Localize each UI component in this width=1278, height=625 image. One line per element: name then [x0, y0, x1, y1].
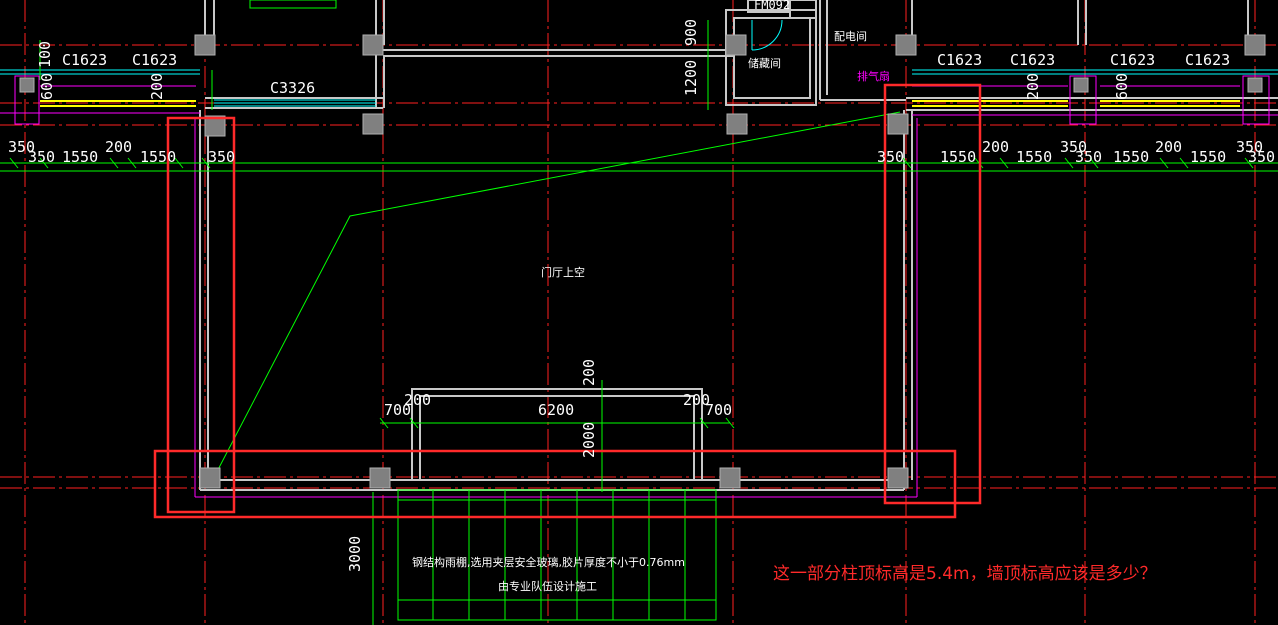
question-text: 这一部分柱顶标高是5.4m，墙顶标高应该是多少？ [773, 564, 1157, 584]
dimension-ticks [9, 157, 1254, 429]
dim-row-right: 200 [1155, 138, 1182, 156]
dim-row-right: 350 [1075, 148, 1102, 166]
storage-label: 储藏间 [748, 56, 781, 70]
dim-600: 600 [1113, 73, 1131, 100]
atrium-label: 门厅上空 [541, 265, 585, 279]
dim-row-right: 350 [1248, 148, 1275, 166]
dim-3000: 3000 [346, 536, 364, 572]
dim-row-left: 350 [208, 148, 235, 166]
dim-6200: 6200 [538, 401, 574, 419]
dim-600: 600 [38, 73, 56, 100]
window-label-wide: C3326 [270, 79, 315, 97]
dim-100: 100 [36, 41, 54, 68]
axis-grid [0, 0, 1278, 625]
dim-200: 200 [1024, 73, 1042, 100]
window-label: C1623 [937, 51, 982, 69]
window-label: C1623 [1110, 51, 1155, 69]
window-wide [214, 99, 376, 107]
highlight-boxes [153, 83, 982, 519]
dim-700-right: 700 [705, 401, 732, 419]
dim-200-top: 200 [580, 359, 598, 386]
cad-drawing: C1623 C1623 C1623 C1623 C1623 C1623 C332… [0, 0, 1278, 625]
door-code: FM092 [754, 0, 790, 12]
canopy-note-2: 由专业队伍设计施工 [498, 579, 597, 593]
canopy-note-1: 钢结构雨棚,选用夹层安全玻璃,胶片厚度不小于0.76mm [412, 555, 685, 569]
dim-row-right: 1550 [940, 148, 976, 166]
dim-row-right: 1550 [1113, 148, 1149, 166]
window-label: C1623 [62, 51, 107, 69]
dim-row-right: 1550 [1016, 148, 1052, 166]
dim-row-right: 1550 [1190, 148, 1226, 166]
dim-200-left: 200 [404, 391, 431, 409]
dim-1200: 1200 [682, 60, 700, 96]
dim-2000: 2000 [580, 422, 598, 458]
exhaust-label: 排气扇 [857, 69, 890, 83]
dim-200: 200 [148, 73, 166, 100]
dim-row-right: 200 [982, 138, 1009, 156]
dim-row-left: 200 [105, 138, 132, 156]
window-label: C1623 [1185, 51, 1230, 69]
window-label: C1623 [132, 51, 177, 69]
dim-row-left: 350 [28, 148, 55, 166]
dim-900: 900 [682, 19, 700, 46]
dimension-lines [0, 0, 1278, 625]
dim-row-left: 1550 [62, 148, 98, 166]
window-label: C1623 [1010, 51, 1055, 69]
power-room-label: 配电间 [834, 30, 867, 43]
dim-row-right: 350 [877, 148, 904, 166]
dim-row-left: 1550 [140, 148, 176, 166]
